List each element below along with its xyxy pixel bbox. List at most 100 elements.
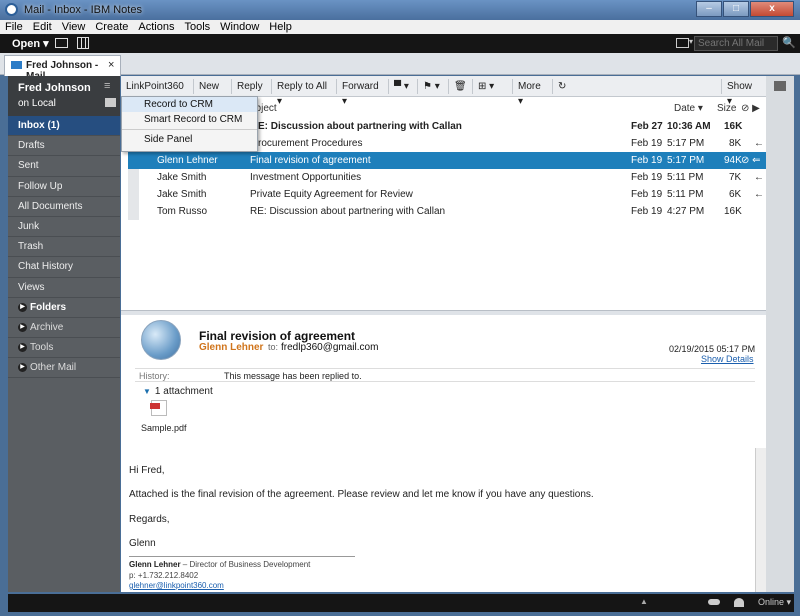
reply-all-button[interactable]: Reply to All ▾	[272, 79, 337, 107]
table-row[interactable]: Jake Smith Investment Opportunities Feb …	[128, 169, 766, 186]
collapse-icon[interactable]: ▼	[143, 387, 151, 396]
tab-mail[interactable]: Fred Johnson - Mail ×	[4, 55, 121, 82]
menu-tools[interactable]: Tools	[179, 20, 215, 34]
pane-splitter[interactable]	[121, 310, 766, 315]
sidebar-menu-icon[interactable]: ≡	[104, 80, 110, 92]
show-button[interactable]: Show ▾	[721, 79, 761, 107]
to-label: to:	[268, 342, 279, 352]
search-input[interactable]	[694, 36, 778, 51]
minimize-button[interactable]: –	[696, 1, 722, 17]
network-icon[interactable]	[734, 598, 744, 607]
sidebar-item-drafts[interactable]: Drafts	[8, 136, 120, 157]
message-date: 02/19/2015 05:17 PM	[669, 344, 756, 354]
menu-file[interactable]: File	[0, 20, 28, 34]
open-button[interactable]: Open ▾	[12, 37, 49, 50]
column-size[interactable]: Size	[717, 103, 736, 114]
sidebar-item-all-documents[interactable]: All Documents	[8, 197, 120, 217]
history-label: History:	[139, 371, 170, 381]
more-button[interactable]: More ▾	[513, 79, 553, 107]
attachments-toggle[interactable]: ▼ 1 attachment	[143, 386, 213, 397]
sender-name[interactable]: Glenn Lehner	[199, 342, 263, 353]
close-window-button[interactable]: x	[750, 1, 794, 17]
replication-icon[interactable]	[105, 98, 116, 107]
show-details-link[interactable]: Show Details	[701, 354, 754, 364]
maximize-button[interactable]: □	[723, 1, 749, 17]
message-subject: Final revision of agreement	[199, 329, 356, 343]
menu-actions[interactable]: Actions	[133, 20, 179, 34]
sidebar-item-inbox[interactable]: Inbox (1)	[8, 116, 120, 137]
row-size: 6K	[729, 189, 742, 200]
search-scope-caret-icon[interactable]: ▾	[689, 37, 693, 46]
sidebar-item-junk[interactable]: Junk	[8, 217, 120, 238]
sidebar-item-tools[interactable]: ▶ Tools	[8, 338, 120, 359]
attachments-count: 1 attachment	[154, 386, 213, 397]
menu-window[interactable]: Window	[215, 20, 264, 34]
row-size: 8K	[729, 138, 742, 149]
attachment-replied-icon: ⊘ ⇐	[741, 155, 761, 166]
signature-email-link[interactable]: glehner@linkpoint360.com	[129, 581, 224, 590]
row-size: 7K	[729, 172, 742, 183]
sidebar-item-trash[interactable]: Trash	[8, 237, 120, 258]
sidebar-item-label: Other Mail	[30, 362, 77, 374]
expand-icon[interactable]: ▶	[18, 302, 27, 312]
key-icon[interactable]	[708, 599, 720, 605]
menu-create[interactable]: Create	[90, 20, 133, 34]
close-tab-icon[interactable]: ×	[108, 59, 114, 71]
sidebar-item-sent[interactable]: Sent	[8, 156, 120, 177]
expand-icon[interactable]: ▶	[18, 342, 27, 352]
reply-button[interactable]: Reply ▾	[232, 79, 272, 107]
online-status[interactable]: Online ▾	[758, 597, 791, 608]
linkpoint-button[interactable]: LinkPoint360 ▾	[121, 79, 194, 107]
row-time: 5:17 PM	[667, 155, 705, 166]
row-subject: rocurement Procedures	[258, 138, 363, 149]
signature-email-line: glehner@linkpoint360.com	[129, 581, 224, 590]
pdf-file-icon[interactable]	[150, 400, 167, 416]
sidebar-item-chat-history[interactable]: Chat History	[8, 257, 120, 278]
menu-help[interactable]: Help	[264, 20, 297, 34]
sidebar-item-other-mail[interactable]: ▶ Other Mail	[8, 358, 120, 379]
new-button[interactable]: New ▾	[194, 79, 232, 107]
replied-icon: ←	[754, 172, 764, 183]
sidebar-item-follow-up[interactable]: Follow Up	[8, 177, 120, 197]
search-scope-icon[interactable]	[676, 38, 689, 48]
menu-item-smart-record-to-crm[interactable]: Smart Record to CRM	[122, 112, 257, 127]
side-panel-icon[interactable]	[774, 81, 786, 91]
flag-icon[interactable]: ⚑ ▾	[418, 79, 449, 94]
status-up-icon[interactable]: ▲	[640, 597, 648, 606]
row-from: Jake Smith	[157, 172, 207, 183]
expand-icon[interactable]: ▶	[18, 322, 27, 332]
search-icon[interactable]: 🔍	[782, 36, 796, 49]
location: on Local	[18, 98, 56, 109]
menu-edit[interactable]: Edit	[28, 20, 57, 34]
signature-name-line: Glenn Lehner – Director of Business Deve…	[129, 560, 310, 569]
body-scrollbar[interactable]	[755, 448, 766, 592]
history-value: This message has been replied to.	[224, 371, 362, 381]
calendar-icon[interactable]	[77, 37, 89, 49]
attachment-name[interactable]: Sample.pdf	[141, 423, 187, 433]
menu-item-record-to-crm[interactable]: Record to CRM	[122, 97, 257, 112]
trash-icon[interactable]: 🗑	[449, 79, 473, 94]
table-row-selected[interactable]: Glenn Lehner Final revision of agreement…	[128, 152, 766, 169]
sidebar-item-views[interactable]: Views	[8, 278, 120, 298]
mail-icon[interactable]	[55, 38, 68, 48]
signature-name: Glenn Lehner	[129, 560, 181, 569]
window-title: Mail - Inbox - IBM Notes	[24, 4, 142, 16]
sidebar-item-archive[interactable]: ▶ Archive	[8, 318, 120, 339]
table-row[interactable]: Jake Smith Private Equity Agreement for …	[128, 186, 766, 203]
menu-item-side-panel[interactable]: Side Panel	[122, 132, 257, 147]
expand-icon[interactable]: ▶	[18, 363, 27, 373]
forward-button[interactable]: Forward ▾	[337, 79, 389, 107]
column-icons[interactable]: ⊘ ▶	[741, 103, 760, 114]
row-time: 5:17 PM	[667, 138, 705, 149]
menu-view[interactable]: View	[57, 20, 91, 34]
sidebar-item-folders[interactable]: ▶ Folders	[8, 298, 120, 318]
replied-icon: ←	[754, 138, 764, 149]
add-icon[interactable]: ⊞ ▾	[473, 79, 513, 94]
column-date[interactable]: Date ▾	[674, 103, 703, 114]
row-date: Feb 19	[631, 189, 663, 200]
recipient-address[interactable]: fredlp360@gmail.com	[281, 342, 378, 353]
refresh-icon[interactable]: ↻	[553, 79, 573, 94]
mail-main-pane: LinkPoint360 ▾ New ▾ Reply ▾ Reply to Al…	[121, 76, 766, 592]
table-row[interactable]: Tom Russo RE: Discussion about partnerin…	[128, 203, 766, 220]
folder-icon[interactable]: ▀ ▾	[389, 79, 418, 94]
